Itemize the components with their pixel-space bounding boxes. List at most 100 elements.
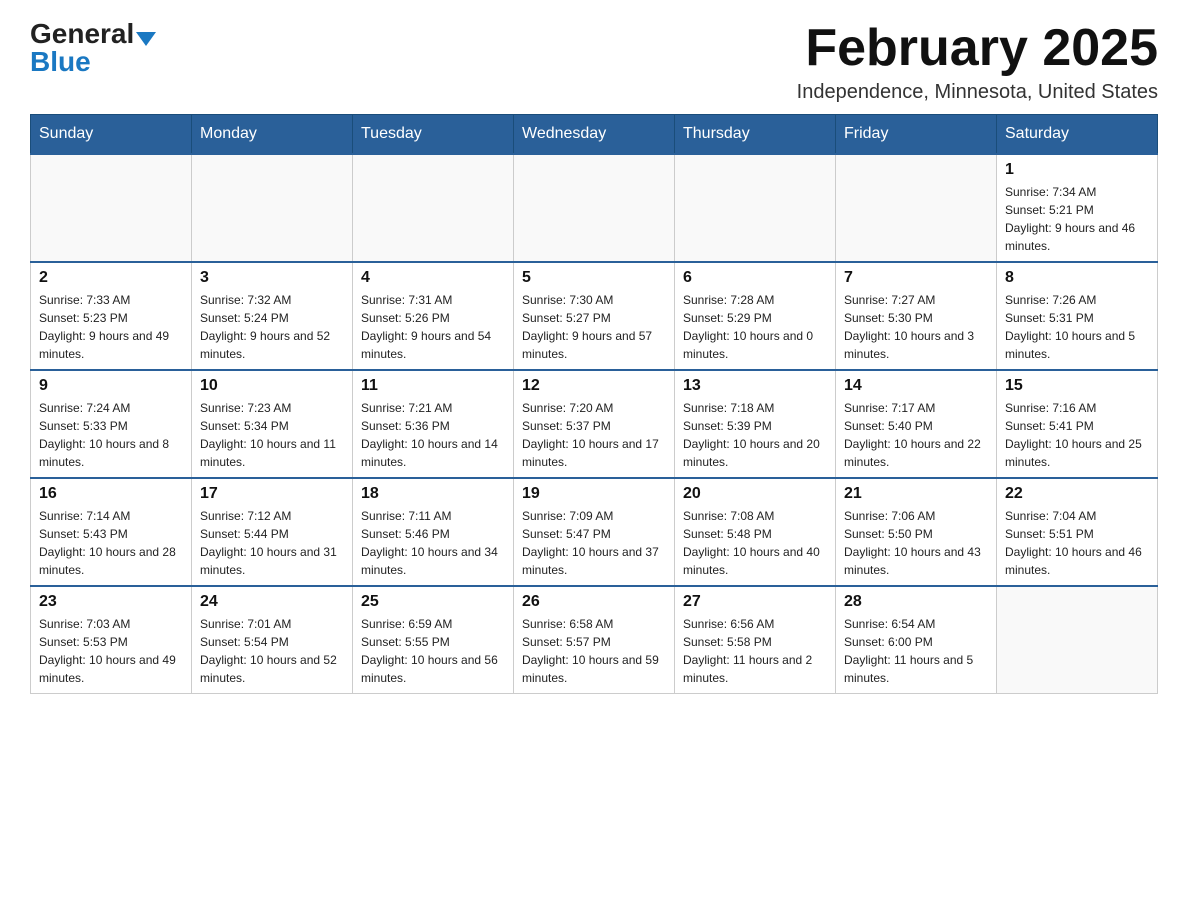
calendar-cell: 11Sunrise: 7:21 AMSunset: 5:36 PMDayligh… xyxy=(353,370,514,478)
day-info: Sunrise: 7:23 AMSunset: 5:34 PMDaylight:… xyxy=(200,399,344,471)
day-info: Sunrise: 6:58 AMSunset: 5:57 PMDaylight:… xyxy=(522,615,666,687)
day-info: Sunrise: 7:04 AMSunset: 5:51 PMDaylight:… xyxy=(1005,507,1149,579)
day-info: Sunrise: 7:28 AMSunset: 5:29 PMDaylight:… xyxy=(683,291,827,363)
calendar-subtitle: Independence, Minnesota, United States xyxy=(797,81,1158,104)
day-info: Sunrise: 7:24 AMSunset: 5:33 PMDaylight:… xyxy=(39,399,183,471)
calendar-cell xyxy=(192,154,353,262)
title-block: February 2025 Independence, Minnesota, U… xyxy=(797,20,1158,104)
weekday-header-tuesday: Tuesday xyxy=(353,115,514,155)
calendar-cell: 21Sunrise: 7:06 AMSunset: 5:50 PMDayligh… xyxy=(836,478,997,586)
calendar-cell: 9 Sunrise: 7:24 AMSunset: 5:33 PMDaylight… xyxy=(31,370,192,478)
calendar-cell: 5Sunrise: 7:30 AMSunset: 5:27 PMDaylight… xyxy=(514,262,675,370)
calendar-cell: 20 Sunrise: 7:08 AMSunset: 5:48 PMDayligh… xyxy=(675,478,836,586)
day-number: 16 xyxy=(39,485,183,503)
calendar-cell: 3Sunrise: 7:32 AMSunset: 5:24 PMDaylight… xyxy=(192,262,353,370)
calendar-cell xyxy=(353,154,514,262)
day-number: 10 xyxy=(200,377,344,395)
day-number: 20 xyxy=(683,485,827,503)
day-number: 26 xyxy=(522,593,666,611)
day-info: Sunrise: 7:01 AMSunset: 5:54 PMDaylight:… xyxy=(200,615,344,687)
calendar-cell: 4 Sunrise: 7:31 AMSunset: 5:26 PMDaylight… xyxy=(353,262,514,370)
calendar-cell: 12 Sunrise: 7:20 AMSunset: 5:37 PMDayligh… xyxy=(514,370,675,478)
logo-blue-text: Blue xyxy=(30,46,91,77)
calendar-cell: 19Sunrise: 7:09 AMSunset: 5:47 PMDayligh… xyxy=(514,478,675,586)
logo: General Blue xyxy=(30,20,156,76)
week-row-1: 1 Sunrise: 7:34 AMSunset: 5:21 PMDaylight… xyxy=(31,154,1158,262)
day-info: Sunrise: 7:31 AMSunset: 5:26 PMDaylight:… xyxy=(361,291,505,363)
day-number: 15 xyxy=(1005,377,1149,395)
day-number: 27 xyxy=(683,593,827,611)
calendar-cell: 26 Sunrise: 6:58 AMSunset: 5:57 PMDayligh… xyxy=(514,586,675,694)
day-info: Sunrise: 7:27 AMSunset: 5:30 PMDaylight:… xyxy=(844,291,988,363)
day-number: 12 xyxy=(522,377,666,395)
calendar-cell: 22 Sunrise: 7:04 AMSunset: 5:51 PMDayligh… xyxy=(997,478,1158,586)
day-info: Sunrise: 6:54 AMSunset: 6:00 PMDaylight:… xyxy=(844,615,988,687)
day-number: 17 xyxy=(200,485,344,503)
week-row-2: 2 Sunrise: 7:33 AMSunset: 5:23 PMDaylight… xyxy=(31,262,1158,370)
calendar-cell: 10 Sunrise: 7:23 AMSunset: 5:34 PMDayligh… xyxy=(192,370,353,478)
calendar-cell: 6 Sunrise: 7:28 AMSunset: 5:29 PMDaylight… xyxy=(675,262,836,370)
calendar-body: 1 Sunrise: 7:34 AMSunset: 5:21 PMDaylight… xyxy=(31,154,1158,694)
day-number: 6 xyxy=(683,269,827,287)
calendar-cell xyxy=(675,154,836,262)
day-number: 8 xyxy=(1005,269,1149,287)
day-info: Sunrise: 7:08 AMSunset: 5:48 PMDaylight:… xyxy=(683,507,827,579)
day-number: 3 xyxy=(200,269,344,287)
weekday-header-monday: Monday xyxy=(192,115,353,155)
calendar-cell: 27 Sunrise: 6:56 AMSunset: 5:58 PMDayligh… xyxy=(675,586,836,694)
calendar-cell: 17 Sunrise: 7:12 AMSunset: 5:44 PMDayligh… xyxy=(192,478,353,586)
calendar-cell xyxy=(514,154,675,262)
day-number: 28 xyxy=(844,593,988,611)
calendar-cell: 8 Sunrise: 7:26 AMSunset: 5:31 PMDaylight… xyxy=(997,262,1158,370)
calendar-cell: 18 Sunrise: 7:11 AMSunset: 5:46 PMDayligh… xyxy=(353,478,514,586)
day-number: 25 xyxy=(361,593,505,611)
calendar-cell xyxy=(836,154,997,262)
day-number: 13 xyxy=(683,377,827,395)
calendar-header: SundayMondayTuesdayWednesdayThursdayFrid… xyxy=(31,115,1158,155)
day-info: Sunrise: 7:20 AMSunset: 5:37 PMDaylight:… xyxy=(522,399,666,471)
calendar-cell xyxy=(31,154,192,262)
weekday-header-thursday: Thursday xyxy=(675,115,836,155)
logo-general-text: General xyxy=(30,18,134,49)
day-info: Sunrise: 7:18 AMSunset: 5:39 PMDaylight:… xyxy=(683,399,827,471)
day-info: Sunrise: 7:12 AMSunset: 5:44 PMDaylight:… xyxy=(200,507,344,579)
weekday-header-saturday: Saturday xyxy=(997,115,1158,155)
weekday-header-friday: Friday xyxy=(836,115,997,155)
day-number: 5 xyxy=(522,269,666,287)
calendar-cell xyxy=(997,586,1158,694)
day-info: Sunrise: 7:34 AMSunset: 5:21 PMDaylight:… xyxy=(1005,183,1149,255)
week-row-5: 23 Sunrise: 7:03 AMSunset: 5:53 PMDayligh… xyxy=(31,586,1158,694)
day-number: 4 xyxy=(361,269,505,287)
day-info: Sunrise: 6:59 AMSunset: 5:55 PMDaylight:… xyxy=(361,615,505,687)
day-number: 1 xyxy=(1005,161,1149,179)
day-info: Sunrise: 7:06 AMSunset: 5:50 PMDaylight:… xyxy=(844,507,988,579)
calendar-cell: 16 Sunrise: 7:14 AMSunset: 5:43 PMDayligh… xyxy=(31,478,192,586)
calendar-title: February 2025 xyxy=(797,20,1158,77)
weekday-header-sunday: Sunday xyxy=(31,115,192,155)
day-number: 2 xyxy=(39,269,183,287)
logo-triangle-icon xyxy=(136,32,156,46)
day-number: 24 xyxy=(200,593,344,611)
day-number: 18 xyxy=(361,485,505,503)
day-info: Sunrise: 7:03 AMSunset: 5:53 PMDaylight:… xyxy=(39,615,183,687)
weekday-header-row: SundayMondayTuesdayWednesdayThursdayFrid… xyxy=(31,115,1158,155)
day-info: Sunrise: 7:33 AMSunset: 5:23 PMDaylight:… xyxy=(39,291,183,363)
day-info: Sunrise: 6:56 AMSunset: 5:58 PMDaylight:… xyxy=(683,615,827,687)
calendar-cell: 13 Sunrise: 7:18 AMSunset: 5:39 PMDayligh… xyxy=(675,370,836,478)
day-number: 23 xyxy=(39,593,183,611)
calendar-cell: 15 Sunrise: 7:16 AMSunset: 5:41 PMDayligh… xyxy=(997,370,1158,478)
page-header: General Blue February 2025 Independence,… xyxy=(30,20,1158,104)
day-info: Sunrise: 7:26 AMSunset: 5:31 PMDaylight:… xyxy=(1005,291,1149,363)
day-info: Sunrise: 7:14 AMSunset: 5:43 PMDaylight:… xyxy=(39,507,183,579)
day-info: Sunrise: 7:17 AMSunset: 5:40 PMDaylight:… xyxy=(844,399,988,471)
day-info: Sunrise: 7:11 AMSunset: 5:46 PMDaylight:… xyxy=(361,507,505,579)
day-info: Sunrise: 7:16 AMSunset: 5:41 PMDaylight:… xyxy=(1005,399,1149,471)
calendar-table: SundayMondayTuesdayWednesdayThursdayFrid… xyxy=(30,114,1158,694)
day-number: 11 xyxy=(361,377,505,395)
day-number: 9 xyxy=(39,377,183,395)
calendar-cell: 7Sunrise: 7:27 AMSunset: 5:30 PMDaylight… xyxy=(836,262,997,370)
week-row-3: 9 Sunrise: 7:24 AMSunset: 5:33 PMDaylight… xyxy=(31,370,1158,478)
weekday-header-wednesday: Wednesday xyxy=(514,115,675,155)
day-number: 22 xyxy=(1005,485,1149,503)
calendar-cell: 25 Sunrise: 6:59 AMSunset: 5:55 PMDayligh… xyxy=(353,586,514,694)
